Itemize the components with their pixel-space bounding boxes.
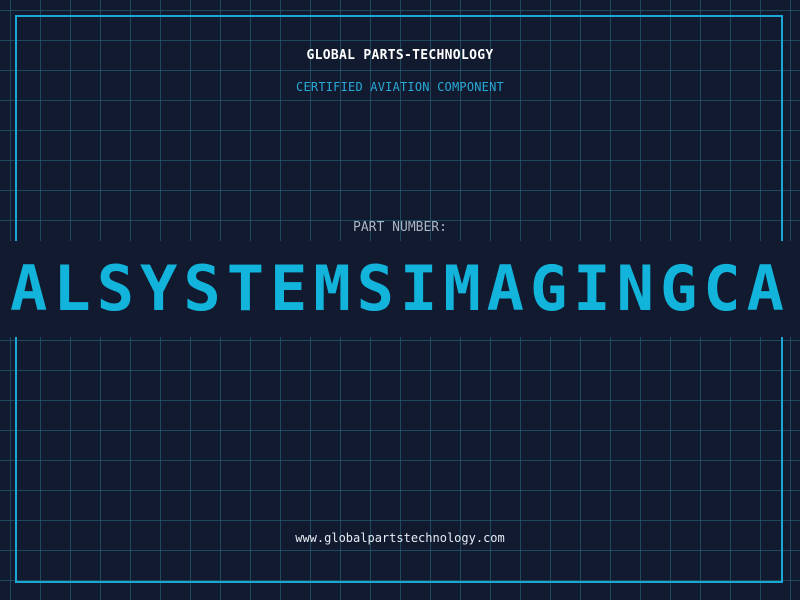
certificate-canvas: GLOBAL PARTS-TECHNOLOGY CERTIFIED AVIATI…: [0, 0, 800, 600]
part-number-label: PART NUMBER:: [353, 220, 447, 235]
part-number-value: ALSYSTEMSIMAGINGCA: [10, 252, 790, 325]
part-number-band: ALSYSTEMSIMAGINGCA: [0, 241, 800, 337]
certification-subtitle: CERTIFIED AVIATION COMPONENT: [296, 80, 504, 94]
website-url: www.globalpartstechnology.com: [295, 531, 505, 545]
company-name: GLOBAL PARTS-TECHNOLOGY: [306, 48, 494, 63]
